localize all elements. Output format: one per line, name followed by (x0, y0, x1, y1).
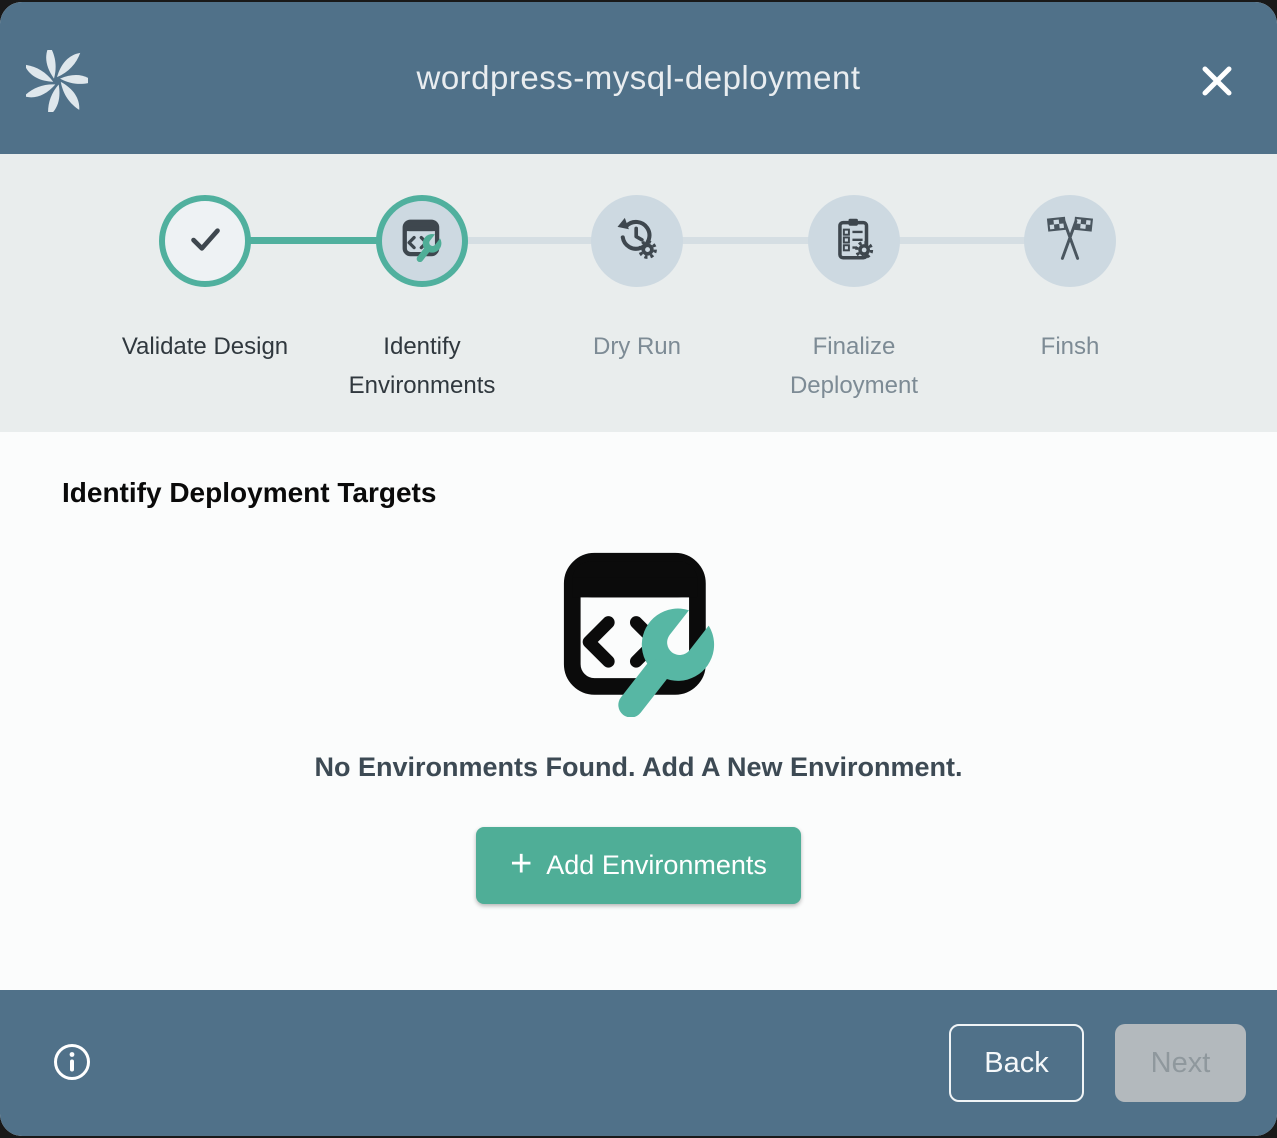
step-identify-environments[interactable]: Identify Environments (314, 195, 530, 405)
step-label: Finsh (984, 327, 1156, 366)
modal-header: wordpress-mysql-deployment (0, 2, 1277, 154)
step-content-panel: Identify Deployment Targets No Environme… (0, 432, 1277, 990)
deployment-wizard-modal: wordpress-mysql-deployment Validate Desi… (0, 2, 1277, 1136)
close-button[interactable] (1195, 60, 1239, 104)
info-button[interactable] (52, 1042, 92, 1085)
code-wrench-icon (399, 216, 445, 267)
dry-run-icon (611, 213, 663, 270)
code-window-wrench-icon (62, 539, 1215, 722)
wizard-stepper: Validate Design (0, 154, 1277, 432)
step-label: Validate Design (119, 327, 291, 366)
modal-footer: Back Next (0, 990, 1277, 1136)
step-circle-pending (808, 195, 900, 287)
step-finish[interactable]: Finsh (962, 195, 1178, 366)
step-dry-run[interactable]: Dry Run (529, 195, 745, 366)
finish-flags-icon (1043, 212, 1097, 271)
step-finalize-deployment[interactable]: Finalize Deployment (746, 195, 962, 405)
info-icon (52, 1042, 92, 1085)
next-button[interactable]: Next (1115, 1024, 1246, 1102)
pinwheel-logo-icon (26, 50, 88, 112)
check-icon (180, 214, 230, 269)
step-circle-pending (591, 195, 683, 287)
add-environments-label: Add Environments (546, 850, 767, 881)
step-label: Dry Run (551, 327, 723, 366)
back-button[interactable]: Back (949, 1024, 1084, 1102)
close-icon (1197, 61, 1237, 104)
add-environments-button[interactable]: + Add Environments (476, 827, 801, 904)
step-circle-active (376, 195, 468, 287)
clipboard-gear-icon (829, 214, 879, 269)
empty-message: No Environments Found. Add A New Environ… (62, 752, 1215, 783)
step-label: Identify Environments (336, 327, 508, 405)
empty-state: No Environments Found. Add A New Environ… (62, 539, 1215, 904)
plus-icon: + (510, 845, 532, 883)
step-circle-pending (1024, 195, 1116, 287)
step-validate-design[interactable]: Validate Design (97, 195, 313, 366)
step-label: Finalize Deployment (768, 327, 940, 405)
modal-title: wordpress-mysql-deployment (417, 59, 861, 97)
step-circle-done (159, 195, 251, 287)
content-heading: Identify Deployment Targets (62, 477, 1215, 509)
